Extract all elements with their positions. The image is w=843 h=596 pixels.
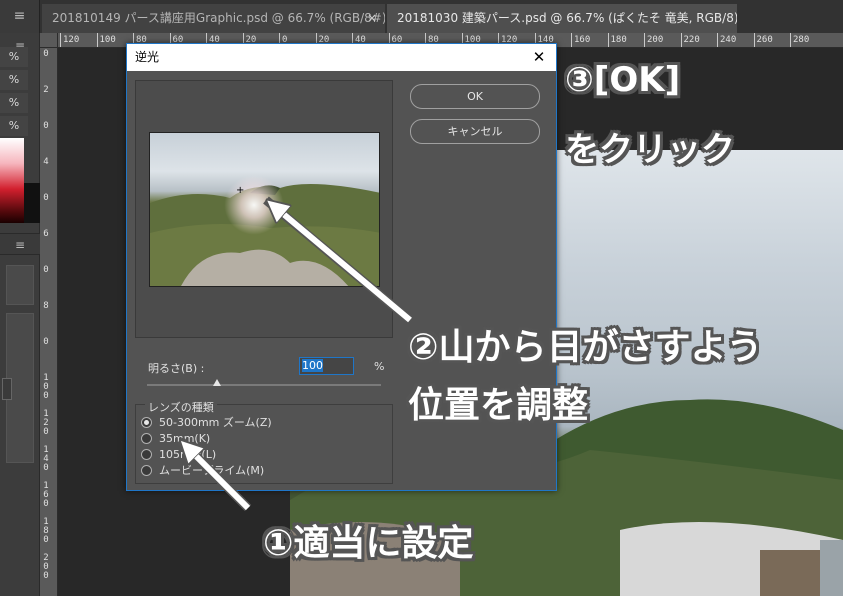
ruler-tick-label: 160: [571, 33, 590, 47]
left-panel: ≡ % % % % ≡: [0, 33, 40, 596]
tab-document-architecture[interactable]: 20181030 建築パース.psd @ 66.7% (ぱくたそ 竜美, RGB…: [387, 4, 737, 33]
brightness-slider-track[interactable]: [147, 384, 381, 386]
ruler-tick-label: 120: [60, 33, 79, 47]
vertical-ruler: 0 2 0 4 0 6 0 8 0 100 120 140 160 180 200: [40, 48, 58, 596]
callout-step2: ②山から日がさすよう: [408, 327, 763, 368]
ruler-tick-label: 0: [43, 49, 49, 59]
brightness-label: 明るさ(B) :: [148, 362, 205, 375]
ruler-tick-label: 8: [43, 301, 49, 311]
tab-label: 201810149 パース講座用Graphic.psd @ 66.7% (RGB…: [52, 11, 385, 25]
ruler-tick-label: 100: [43, 373, 49, 401]
ruler-tick-label: 160: [43, 481, 49, 509]
flare-preview-image[interactable]: +: [149, 132, 380, 287]
color-swatch[interactable]: [24, 183, 40, 223]
ruler-tick-label: 0: [43, 193, 49, 203]
ruler-tick-label: 120: [43, 409, 49, 437]
ruler-tick-label: 100: [96, 33, 116, 47]
lens-option-label: 50-300mm ズーム(Z): [159, 416, 272, 429]
ruler-tick-label: 4: [43, 157, 49, 167]
callout-step3-sub: をクリック: [565, 130, 735, 170]
document-tab-bar: ≡ 201810149 パース講座用Graphic.psd @ 66.7% (R…: [0, 0, 843, 33]
panel-collapse-handle[interactable]: [2, 378, 12, 400]
ruler-tick-label: 180: [43, 517, 49, 545]
ruler-corner: [40, 33, 58, 48]
panel-menu-icon[interactable]: ≡: [0, 0, 40, 33]
panel-menu-icon[interactable]: ≡: [0, 233, 40, 255]
ruler-tick-label: 0: [43, 265, 49, 275]
ruler-tick-label: 140: [43, 445, 49, 473]
ruler-tick-label: 240: [717, 33, 736, 47]
percent-label: %: [0, 47, 28, 67]
callout-step2-sub: 位置を調整: [408, 385, 589, 426]
tab-label: 20181030 建築パース.psd @ 66.7% (ぱくたそ 竜美, RGB…: [397, 11, 737, 25]
ruler-tick-label: 0: [43, 337, 49, 347]
cancel-button[interactable]: キャンセル: [410, 119, 540, 144]
percent-label: %: [0, 116, 28, 136]
ruler-tick-label: 220: [680, 33, 700, 47]
ruler-tick-label: 200: [43, 553, 49, 581]
dialog-titlebar: 逆光 ✕: [127, 44, 556, 71]
brightness-input[interactable]: 100: [299, 357, 354, 375]
flare-glow: [224, 175, 284, 235]
percent-label: %: [0, 70, 28, 90]
callout-step3: ③[OK]: [565, 60, 681, 100]
ruler-tick-label: 0: [43, 121, 49, 131]
radio-icon[interactable]: [141, 449, 152, 460]
lens-option-label: 105mm(L): [159, 448, 217, 461]
close-icon[interactable]: ✕: [528, 44, 550, 71]
brightness-value: 100: [302, 359, 323, 372]
percent-label: %: [0, 93, 28, 113]
ruler-tick-label: 260: [753, 33, 773, 47]
preview-frame: +: [135, 80, 393, 338]
brightness-unit: %: [374, 360, 385, 373]
radio-selected-icon[interactable]: [141, 417, 152, 428]
radio-icon[interactable]: [141, 433, 152, 444]
dialog-title: 逆光: [135, 50, 160, 64]
callout-step1: ①適当に設定: [263, 523, 474, 564]
radio-icon[interactable]: [141, 465, 152, 476]
ruler-tick-label: 2: [43, 85, 49, 95]
lens-option-label: 35mm(K): [159, 432, 211, 445]
tab-document-graphic[interactable]: 201810149 パース講座用Graphic.psd @ 66.7% (RGB…: [42, 4, 385, 33]
flare-center-crosshair-icon[interactable]: +: [236, 186, 244, 196]
ruler-tick-label: 6: [43, 229, 49, 239]
ruler-tick-label: 280: [790, 33, 809, 47]
panel-block: [6, 265, 34, 305]
color-gradient-swatch[interactable]: [0, 138, 24, 223]
ruler-tick-label: 200: [644, 33, 663, 47]
photoshop-window: ≡ 201810149 パース講座用Graphic.psd @ 66.7% (R…: [0, 0, 843, 596]
ruler-tick-label: 180: [607, 33, 627, 47]
lens-option-label: ムービープライム(M): [159, 464, 265, 477]
close-tab-icon[interactable]: ×: [367, 4, 377, 33]
ok-button[interactable]: OK: [410, 84, 540, 109]
lens-type-label: レンズの種類: [145, 399, 217, 415]
brightness-slider-thumb[interactable]: [213, 379, 222, 386]
